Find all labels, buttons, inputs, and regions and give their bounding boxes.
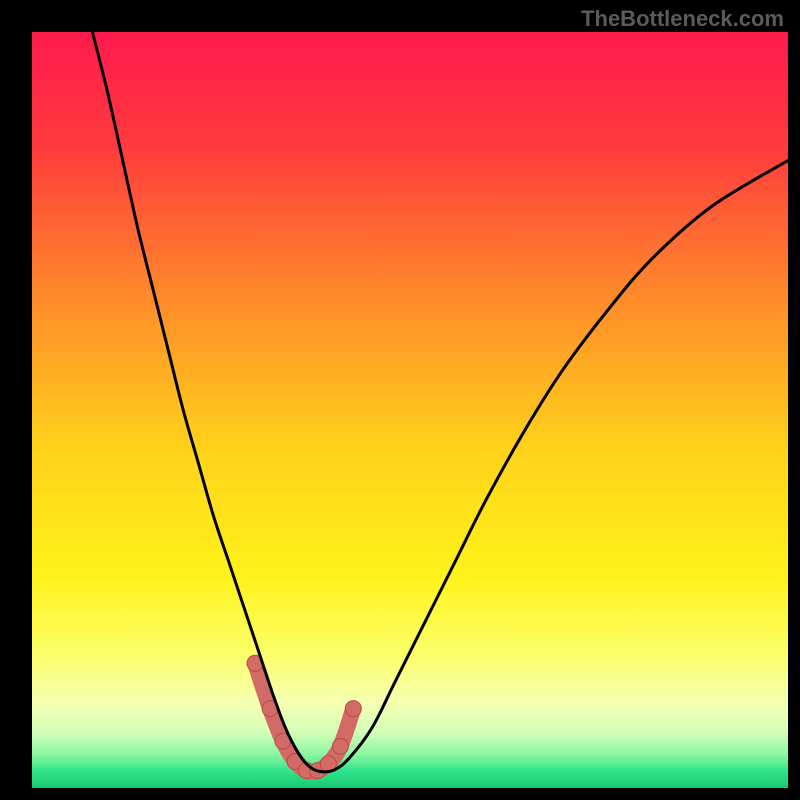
plot-area: [32, 32, 788, 788]
highlight-segment: [255, 663, 353, 771]
bottleneck-curve: [32, 32, 788, 788]
highlight-dot: [332, 738, 348, 754]
curve-path: [92, 32, 788, 772]
watermark-text: TheBottleneck.com: [581, 6, 784, 32]
chart-frame: TheBottleneck.com: [0, 0, 800, 800]
highlight-dot: [345, 701, 361, 717]
